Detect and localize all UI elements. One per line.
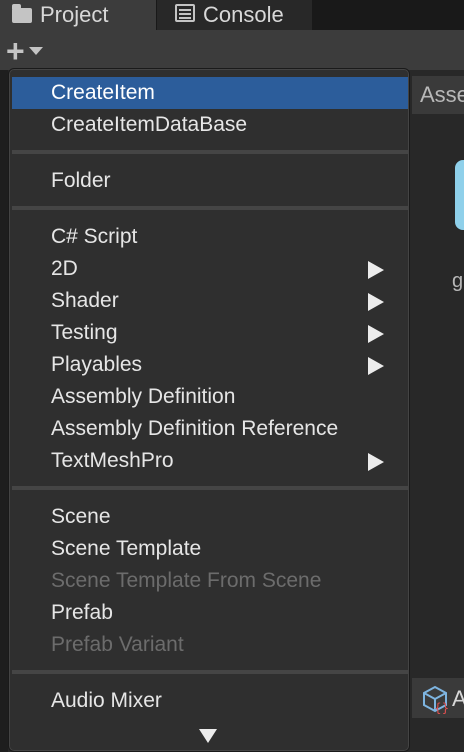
scroll-down-arrow-icon[interactable]: [199, 729, 217, 743]
menu-separator: [12, 206, 408, 210]
asset-thumbnail[interactable]: [455, 160, 464, 230]
menu-item-label: TextMeshPro: [51, 449, 174, 472]
submenu-arrow-icon: [368, 293, 384, 311]
menu-item-prefab-variant: Prefab Variant: [51, 633, 184, 656]
menu-item-createitemdatabase[interactable]: CreateItemDataBase: [12, 109, 408, 141]
menu-item-label: Shader: [51, 289, 119, 312]
menu-item-2d[interactable]: 2D: [12, 253, 408, 285]
assets-breadcrumb[interactable]: Asse: [412, 76, 464, 114]
submenu-arrow-icon: [368, 261, 384, 279]
console-icon: [175, 2, 195, 28]
menu-item-label: Playables: [51, 353, 143, 376]
menu-item-scene-template-from-scene: Scene Template From Scene: [51, 569, 322, 592]
tab-project-label: Project: [40, 2, 109, 27]
package-cube-icon: {}: [420, 684, 450, 715]
menu-item-scene-template[interactable]: Scene Template: [12, 533, 408, 565]
menu-item-assembly-definition[interactable]: Assembly Definition: [12, 381, 408, 413]
menu-item-createitem[interactable]: CreateItem: [12, 77, 408, 109]
menu-item-assembly-definition-reference[interactable]: Assembly Definition Reference: [12, 413, 408, 445]
tab-console[interactable]: Console: [157, 0, 312, 30]
menu-separator: [12, 150, 408, 154]
svg-text:{}: {}: [434, 701, 449, 714]
menu-item-csharp-script[interactable]: C# Script: [12, 221, 408, 253]
menu-item-playables[interactable]: Playables: [12, 349, 408, 381]
menu-item-testing[interactable]: Testing: [12, 317, 408, 349]
menu-item-label: Testing: [51, 321, 118, 344]
project-tree-panel: [0, 70, 8, 752]
assets-footer-text: A: [452, 686, 464, 711]
folder-icon: [12, 2, 32, 28]
create-button[interactable]: +: [6, 33, 64, 69]
plus-icon: +: [6, 33, 25, 69]
window-tab-bar: Project Console: [0, 0, 464, 30]
menu-item-scene[interactable]: Scene: [12, 501, 408, 533]
menu-separator: [12, 670, 408, 674]
chevron-down-icon: [28, 47, 43, 55]
project-toolbar: [0, 30, 464, 70]
submenu-arrow-icon: [368, 325, 384, 343]
menu-item-audio-mixer[interactable]: Audio Mixer: [12, 685, 408, 717]
submenu-arrow-icon: [368, 357, 384, 375]
tab-project[interactable]: Project: [0, 0, 156, 30]
menu-item-folder[interactable]: Folder: [12, 165, 408, 197]
menu-separator: [12, 486, 408, 490]
menu-item-textmeshpro[interactable]: TextMeshPro: [12, 445, 408, 477]
asset-label: g: [452, 270, 464, 292]
tab-console-label: Console: [203, 2, 284, 27]
submenu-arrow-icon: [368, 453, 384, 471]
create-context-menu: CreateItem CreateItemDataBase Folder C# …: [8, 68, 410, 752]
menu-item-prefab[interactable]: Prefab: [12, 597, 408, 629]
menu-item-shader[interactable]: Shader: [12, 285, 408, 317]
menu-item-label: 2D: [51, 257, 78, 280]
